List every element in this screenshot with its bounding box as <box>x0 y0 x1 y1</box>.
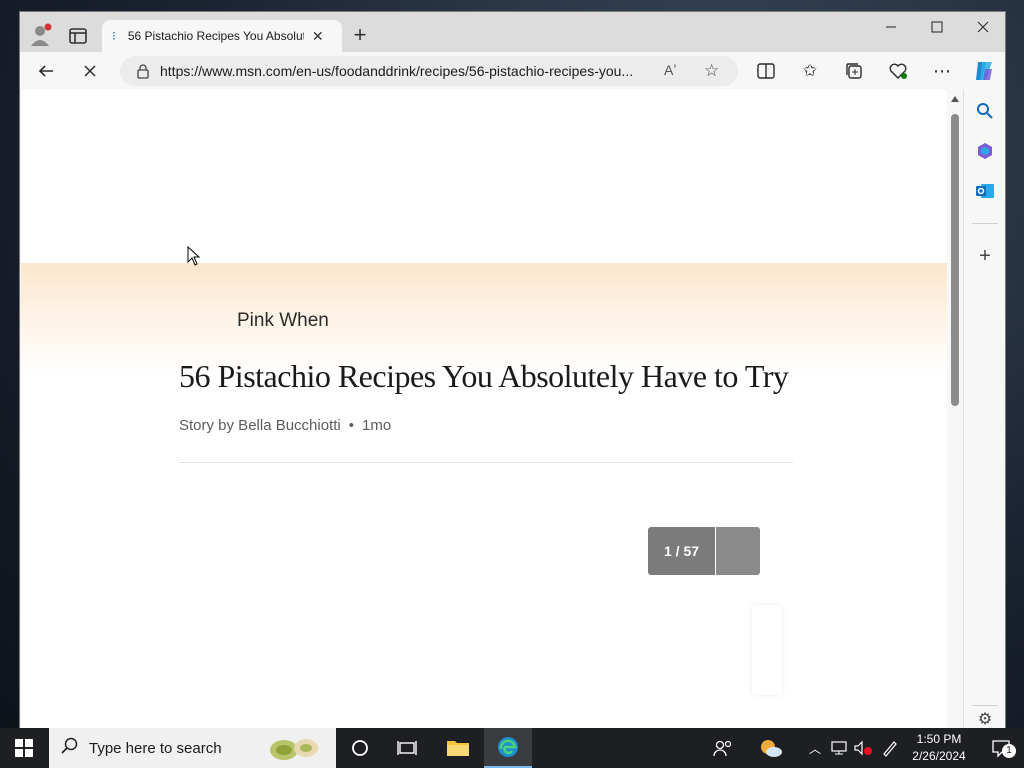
favorites-icon[interactable]: ✩ <box>794 56 826 86</box>
search-icon <box>61 737 79 759</box>
chevron-up-icon[interactable]: ︿ <box>804 728 826 768</box>
task-view-icon[interactable] <box>384 728 430 768</box>
hero-band <box>21 263 947 373</box>
weather-icon[interactable] <box>748 728 794 768</box>
cortana-icon[interactable] <box>337 728 383 768</box>
read-aloud-icon[interactable]: Aʼ <box>664 62 676 78</box>
people-icon[interactable] <box>700 728 746 768</box>
mouse-cursor-icon <box>187 245 201 271</box>
next-slide-button[interactable] <box>716 527 760 575</box>
gear-icon[interactable]: ⚙ <box>970 710 1000 728</box>
publish-age: 1mo <box>362 417 392 434</box>
file-explorer-icon[interactable] <box>435 728 481 768</box>
m365-icon[interactable] <box>970 136 1000 166</box>
slide-counter: 1 / 57 <box>648 527 715 575</box>
scroll-thumb[interactable] <box>951 114 959 406</box>
volume-muted-icon[interactable] <box>852 728 874 768</box>
web-page: Pink When 56 Pistachio Recipes You Absol… <box>21 90 947 728</box>
profile-icon[interactable] <box>28 22 54 48</box>
notifications-icon[interactable]: 1 <box>978 728 1024 768</box>
sidebar-divider <box>972 223 998 224</box>
byline: Story by Bella Bucchiotti • 1mo <box>179 417 391 434</box>
browser-window: ⁝ 56 Pistachio Recipes You Absolut ✕ + h… <box>19 11 1006 729</box>
floating-panel <box>752 605 782 695</box>
notification-badge: 1 <box>1002 744 1016 758</box>
clock-time: 1:50 PM <box>916 732 962 746</box>
pistachio-highlight-icon <box>264 732 324 768</box>
plus-icon[interactable]: + <box>348 24 372 48</box>
page-title: 56 Pistachio Recipes You Absolutely Have… <box>179 358 789 394</box>
tab-title: 56 Pistachio Recipes You Absolut <box>127 29 304 43</box>
sidebar-divider <box>972 705 998 706</box>
outlook-icon[interactable] <box>970 176 1000 206</box>
search-icon[interactable] <box>970 96 1000 126</box>
split-screen-icon[interactable] <box>750 56 782 86</box>
close-icon[interactable]: ✕ <box>312 28 324 45</box>
tab-bar: ⁝ 56 Pistachio Recipes You Absolut ✕ + <box>20 12 1005 52</box>
edge-sidebar: + ⚙ <box>963 90 1005 728</box>
pen-icon[interactable] <box>878 728 902 768</box>
scroll-up-icon[interactable] <box>951 96 959 102</box>
divider <box>179 462 793 463</box>
author[interactable]: Story by Bella Bucchiotti <box>179 417 341 434</box>
plus-icon[interactable]: + <box>970 241 1000 271</box>
maximize-icon[interactable] <box>914 12 960 42</box>
taskbar-search[interactable]: Type here to search <box>49 728 336 768</box>
clock-date: 2/26/2024 <box>912 749 966 763</box>
scrollbar[interactable] <box>947 90 963 728</box>
close-window-icon[interactable] <box>960 12 1006 42</box>
tab-actions-icon[interactable] <box>66 24 90 48</box>
edge-taskbar-icon[interactable] <box>484 728 532 768</box>
close-icon[interactable] <box>74 56 106 86</box>
byline-separator: • <box>348 417 355 434</box>
star-icon[interactable]: ☆ <box>704 61 719 81</box>
clock[interactable]: 1:50 PM 2/26/2024 <box>906 731 972 765</box>
address-bar[interactable]: https://www.msn.com/en-us/foodanddrink/r… <box>120 56 738 86</box>
search-placeholder: Type here to search <box>89 739 222 757</box>
ellipsis-icon[interactable]: ⋯ <box>926 56 958 86</box>
collections-icon[interactable] <box>838 56 870 86</box>
windows-start-icon[interactable] <box>0 728 48 768</box>
lock-icon[interactable] <box>136 63 150 82</box>
msn-favicon-icon: ⁝ <box>112 29 116 43</box>
toolbar: https://www.msn.com/en-us/foodanddrink/r… <box>20 52 1005 90</box>
url-text: https://www.msn.com/en-us/foodanddrink/r… <box>160 63 634 79</box>
taskbar: Type here to search ︿ 1:50 PM 2/26/2024 … <box>0 728 1024 768</box>
back-arrow-icon[interactable] <box>30 56 62 86</box>
publisher-name[interactable]: Pink When <box>237 310 329 332</box>
network-icon[interactable] <box>828 728 850 768</box>
tab-active[interactable]: ⁝ 56 Pistachio Recipes You Absolut ✕ <box>102 20 342 52</box>
copilot-icon[interactable] <box>968 56 1000 86</box>
heart-pulse-icon[interactable] <box>882 56 914 86</box>
minimize-icon[interactable] <box>868 12 914 42</box>
